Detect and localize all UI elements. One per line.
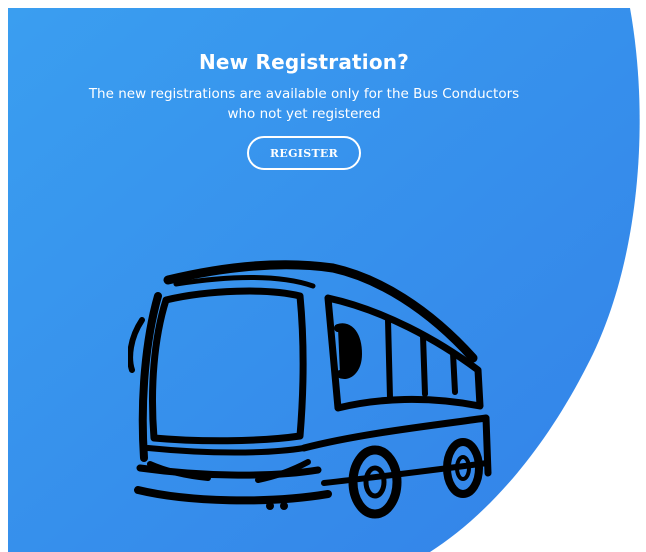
- description-line-1: The new registrations are available only…: [88, 86, 520, 102]
- registration-description: The new registrations are available only…: [44, 84, 564, 124]
- registration-page: New Registration? The new registrations …: [0, 0, 646, 552]
- description-line-2: who not yet registered: [227, 106, 381, 122]
- register-button[interactable]: REGISTER: [247, 136, 361, 170]
- bus-icon: [128, 260, 492, 519]
- page-title: New Registration?: [198, 50, 410, 74]
- registration-prompt: New Registration? The new registrations …: [8, 48, 600, 170]
